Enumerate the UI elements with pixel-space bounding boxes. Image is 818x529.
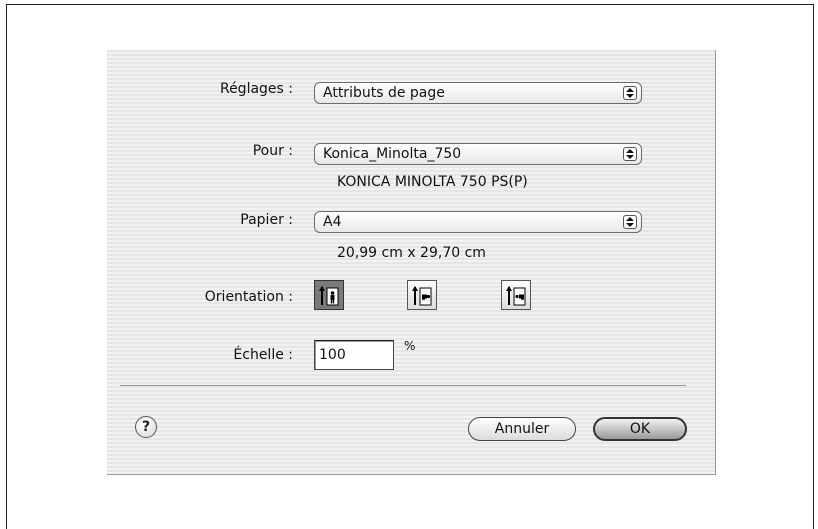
printer-model-text: KONICA MINOLTA 750 PS(P) [337,174,528,190]
help-button[interactable]: ? [135,416,157,438]
paper-size-popup[interactable]: A4 [314,211,642,233]
orientation-landscape-right-button[interactable] [501,280,531,310]
orientation-portrait-button[interactable] [314,280,344,310]
format-for-label: Pour : [252,143,293,159]
scale-input[interactable] [314,340,394,370]
page-setup-dialog: Réglages : Attributs de page Pour : Koni… [107,50,716,475]
popup-arrows-icon [623,147,637,161]
landscape-right-orientation-icon [506,286,526,306]
landscape-left-orientation-icon [412,286,432,306]
settings-label: Réglages : [219,81,293,97]
ok-button[interactable]: OK [593,417,687,441]
settings-popup-value: Attributs de page [323,85,445,101]
popup-arrows-icon [623,86,637,100]
paper-label: Papier : [240,212,293,228]
divider [120,385,686,386]
paper-size-popup-value: A4 [323,214,342,230]
scale-label: Échelle : [233,347,293,363]
popup-arrows-icon [623,215,637,229]
orientation-landscape-left-button[interactable] [407,280,437,310]
portrait-orientation-icon [319,286,339,306]
paper-dimensions-text: 20,99 cm x 29,70 cm [337,245,486,261]
cancel-button[interactable]: Annuler [468,417,576,441]
format-for-popup-value: Konica_Minolta_750 [323,146,462,162]
scale-unit: % [404,339,416,353]
settings-popup[interactable]: Attributs de page [314,82,642,104]
orientation-label: Orientation : [204,289,293,305]
format-for-popup[interactable]: Konica_Minolta_750 [314,143,642,165]
